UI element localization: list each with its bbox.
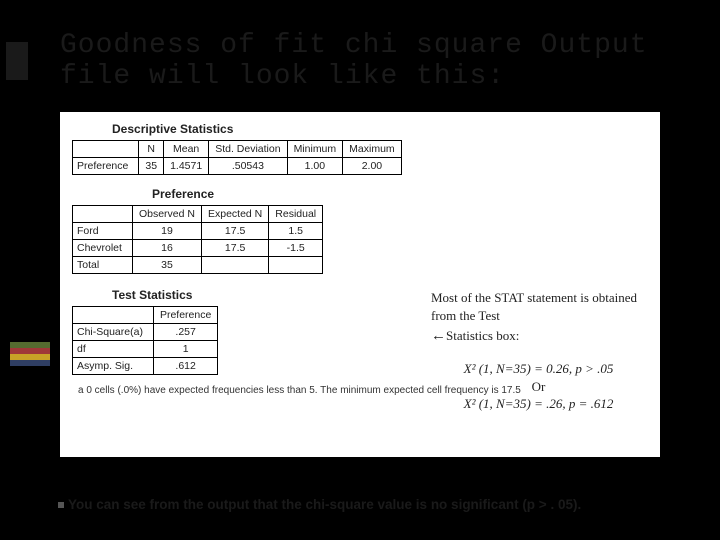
- preference-heading: Preference: [152, 187, 648, 201]
- formula-1: X² (1, N=35) = 0.26, p > .05: [431, 360, 646, 378]
- col-mean: Mean: [164, 141, 209, 158]
- decorative-block: [6, 42, 28, 80]
- left-arrow-icon: ←: [431, 328, 446, 344]
- note-line2: Statistics box:: [446, 328, 519, 343]
- table-row: Asymp. Sig. .612: [73, 358, 218, 375]
- bullet-text: You can see from the output that the chi…: [68, 497, 581, 512]
- bullet-icon: [58, 502, 64, 508]
- preference-table: Observed N Expected N Residual Ford 19 1…: [72, 205, 323, 274]
- table-row: df 1: [73, 341, 218, 358]
- decorative-stripes: [0, 342, 60, 370]
- formula-or: Or: [431, 378, 646, 396]
- descriptive-stats-heading: Descriptive Statistics: [112, 122, 648, 136]
- row-label: Preference: [73, 158, 139, 175]
- col-stddev: Std. Deviation: [209, 141, 287, 158]
- descriptive-stats-table: N Mean Std. Deviation Minimum Maximum Pr…: [72, 140, 402, 175]
- annotation-note: Most of the STAT statement is obtained f…: [431, 287, 646, 413]
- col-n: N: [139, 141, 164, 158]
- table-row: Total 35: [73, 257, 323, 274]
- col-max: Maximum: [343, 141, 402, 158]
- slide-title: Goodness of fit chi square Output file w…: [0, 0, 720, 102]
- col-min: Minimum: [287, 141, 343, 158]
- table-row: Chevrolet 16 17.5 -1.5: [73, 240, 323, 257]
- table-row: Ford 19 17.5 1.5: [73, 223, 323, 240]
- spss-output-panel: Descriptive Statistics N Mean Std. Devia…: [60, 112, 660, 457]
- table-row: Chi-Square(a) .257: [73, 324, 218, 341]
- table-row: Preference 35 1.4571 .50543 1.00 2.00: [73, 158, 402, 175]
- note-line1: Most of the STAT statement is obtained f…: [431, 289, 646, 324]
- test-stats-table: Preference Chi-Square(a) .257 df 1 Asymp…: [72, 306, 218, 375]
- bullet-point: You can see from the output that the chi…: [58, 497, 680, 512]
- formula-2: X² (1, N=35) = .26, p = .612: [431, 395, 646, 413]
